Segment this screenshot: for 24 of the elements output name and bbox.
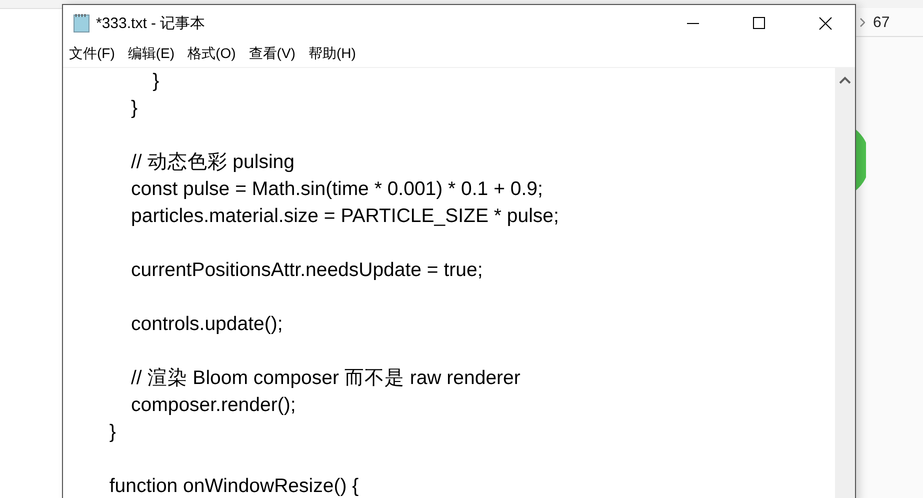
menu-item[interactable]: 帮助(H) <box>308 45 356 63</box>
code-line: } <box>152 69 160 94</box>
menu-item[interactable]: 格式(O) <box>188 45 236 63</box>
code-line: function onWindowResize() { <box>108 474 360 498</box>
code-line: } <box>108 420 117 445</box>
chevron-icon <box>860 18 865 26</box>
code-line: composer.render(); <box>130 393 297 418</box>
menu-item[interactable]: 文件(F) <box>69 45 115 63</box>
code-line: const pulse = Math.sin(time * 0.001) * 0.1 + 0.9; <box>130 177 544 202</box>
menu-item[interactable]: 查看(V) <box>248 45 296 63</box>
code-line: particles.material.size = PARTICLE_SIZE * pulse; <box>130 204 560 229</box>
code-line: currentPositionsAttr.needsUpdate = true; <box>130 258 484 283</box>
notepad-icon <box>73 13 90 33</box>
code-line: // 动态色彩 pulsing <box>130 150 296 175</box>
menu-item[interactable]: 编辑(E) <box>128 45 175 63</box>
code-line: // 渲染 Bloom composer 而不是 raw renderer <box>130 366 522 391</box>
code-line: } <box>130 96 139 121</box>
scroll-up-icon[interactable] <box>839 76 851 84</box>
code-line: controls.update(); <box>130 312 284 337</box>
window-title: *333.txt - 记事本 <box>96 14 206 32</box>
maximize-icon <box>753 17 765 29</box>
breadcrumb-item[interactable]: 67 <box>873 14 890 30</box>
scrollbar[interactable] <box>835 68 855 498</box>
close-icon <box>818 16 832 30</box>
